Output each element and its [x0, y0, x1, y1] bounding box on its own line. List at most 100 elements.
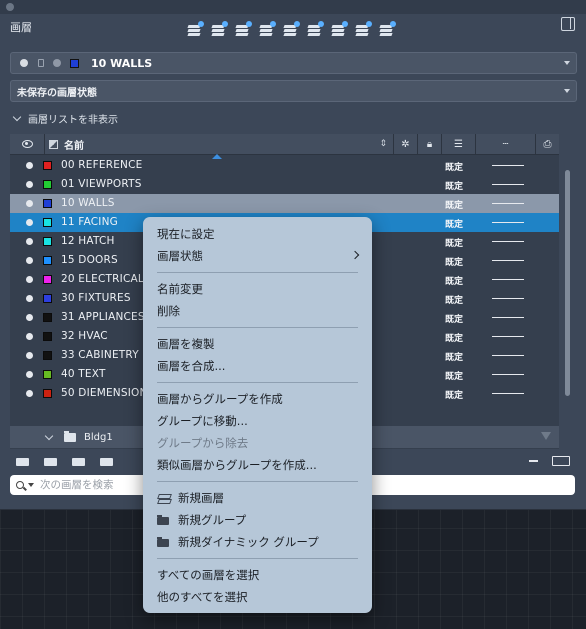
layer-linetype[interactable]: 既定: [445, 331, 463, 344]
lineweight-sample[interactable]: [492, 279, 524, 280]
layer-linetype[interactable]: 既定: [445, 293, 463, 306]
bulb-icon[interactable]: [26, 181, 33, 188]
menu-item-duplicate[interactable]: 画層を複製: [143, 333, 372, 355]
layer-color-swatch[interactable]: [43, 351, 52, 360]
menu-item-merge[interactable]: 画層を合成...: [143, 355, 372, 377]
layer-linetype[interactable]: 既定: [445, 312, 463, 325]
isolate-icon[interactable]: [330, 20, 348, 38]
linetype-column-icon[interactable]: ☰: [442, 134, 476, 155]
new-vp-freeze-layer-icon[interactable]: [210, 20, 228, 38]
layer-color-swatch[interactable]: [43, 389, 52, 398]
layer-linetype[interactable]: 既定: [445, 179, 463, 192]
lock-icon[interactable]: [38, 59, 44, 67]
bulb-icon[interactable]: [26, 200, 33, 207]
layer-color-swatch[interactable]: [43, 199, 52, 208]
menu-item-group-from-layers[interactable]: 画層からグループを作成: [143, 388, 372, 410]
search-icon[interactable]: [16, 481, 24, 489]
lineweight-sample[interactable]: [492, 298, 524, 299]
delete-layer-icon[interactable]: [282, 20, 300, 38]
lock-icon[interactable]: [354, 20, 372, 38]
lineweight-sample[interactable]: [492, 317, 524, 318]
layer-color-swatch[interactable]: [43, 294, 52, 303]
bulb-icon[interactable]: [26, 295, 33, 302]
menu-item-layer-state[interactable]: 画層状態: [143, 245, 372, 267]
layer-linetype[interactable]: 既定: [445, 369, 463, 382]
lineweight-sample[interactable]: [492, 336, 524, 337]
lineweight-sample[interactable]: [492, 355, 524, 356]
current-layer-combo[interactable]: 10 WALLS: [10, 52, 577, 74]
bulb-icon[interactable]: [26, 352, 33, 359]
menu-item-select-all[interactable]: すべての画層を選択: [143, 564, 372, 586]
layer-color-swatch[interactable]: [43, 332, 52, 341]
layer-linetype[interactable]: 既定: [445, 255, 463, 268]
close-dot-icon[interactable]: [6, 3, 14, 11]
filter-icon[interactable]: [541, 432, 551, 440]
lineweight-sample[interactable]: [492, 222, 524, 223]
bulb-icon[interactable]: [26, 371, 33, 378]
bulb-icon[interactable]: [26, 257, 33, 264]
layer-list-scrollbar[interactable]: [565, 170, 570, 396]
layer-color-swatch[interactable]: [43, 237, 52, 246]
layer-color-swatch[interactable]: [43, 275, 52, 284]
layer-linetype[interactable]: 既定: [445, 236, 463, 249]
chevron-down-icon[interactable]: [44, 431, 54, 440]
menu-item-new-dynamic-group[interactable]: 新規ダイナミック グループ: [143, 531, 372, 553]
bulb-icon[interactable]: [26, 219, 33, 226]
lineweight-sample[interactable]: [492, 203, 524, 204]
table-row[interactable]: 00 REFERENCE 既定: [10, 156, 559, 175]
columns-icon[interactable]: [552, 456, 570, 466]
layer-states-icon[interactable]: [234, 20, 252, 38]
layer-color-swatch[interactable]: [43, 256, 52, 265]
layer-color-swatch[interactable]: [43, 180, 52, 189]
menu-item-new-layer[interactable]: 新規画層: [143, 487, 372, 509]
dock-panel-icon[interactable]: [561, 17, 575, 31]
bulb-icon[interactable]: [26, 238, 33, 245]
set-current-icon[interactable]: [258, 20, 276, 38]
name-column-header[interactable]: 名前 ⇕: [44, 134, 394, 159]
lineweight-sample[interactable]: [492, 241, 524, 242]
new-layer-icon[interactable]: [16, 455, 30, 467]
freeze-icon[interactable]: [53, 59, 61, 67]
layer-state-combo[interactable]: 未保存の画層状態: [10, 80, 577, 102]
bulb-icon[interactable]: [26, 162, 33, 169]
layer-linetype[interactable]: 既定: [445, 217, 463, 230]
lineweight-sample[interactable]: [492, 260, 524, 261]
menu-item-select-others[interactable]: 他のすべてを選択: [143, 586, 372, 608]
layer-color-swatch[interactable]: [43, 313, 52, 322]
lock-column-icon[interactable]: 🔒︎: [418, 134, 442, 155]
menu-item-move-to-group[interactable]: グループに移動...: [143, 410, 372, 432]
bulb-icon[interactable]: [26, 333, 33, 340]
freeze-column-icon[interactable]: ✲: [394, 134, 418, 155]
menu-item-set-current[interactable]: 現在に設定: [143, 223, 372, 245]
dropdown-arrow-icon[interactable]: [564, 89, 570, 93]
layer-linetype[interactable]: 既定: [445, 388, 463, 401]
visibility-column-icon[interactable]: [22, 140, 33, 148]
hide-layer-list-toggle[interactable]: 画層リストを非表示: [12, 111, 118, 126]
lineweight-sample[interactable]: [492, 165, 524, 166]
unlock-icon[interactable]: [378, 20, 396, 38]
bulb-icon[interactable]: [26, 390, 33, 397]
lineweight-sample[interactable]: [492, 374, 524, 375]
layer-linetype[interactable]: 既定: [445, 274, 463, 287]
new-group-icon[interactable]: [72, 455, 86, 467]
new-dynamic-group-icon[interactable]: [100, 455, 114, 467]
menu-item-rename[interactable]: 名前変更: [143, 278, 372, 300]
table-row[interactable]: 10 WALLS 既定: [10, 194, 559, 213]
layer-color-swatch[interactable]: [43, 161, 52, 170]
layer-linetype[interactable]: 既定: [445, 350, 463, 363]
sort-icon[interactable]: ⇕: [379, 139, 387, 149]
bulb-icon[interactable]: [20, 59, 28, 67]
new-layer-icon[interactable]: [186, 20, 204, 38]
lineweight-sample[interactable]: [492, 393, 524, 394]
palette-titlebar[interactable]: [0, 0, 586, 14]
layer-linetype[interactable]: 既定: [445, 160, 463, 173]
table-row[interactable]: 01 VIEWPORTS 既定: [10, 175, 559, 194]
dropdown-arrow-icon[interactable]: [564, 61, 570, 65]
new-layer-frozen-icon[interactable]: [44, 455, 58, 467]
layer-color-swatch[interactable]: [43, 218, 52, 227]
bulb-icon[interactable]: [26, 314, 33, 321]
lineweight-column-icon[interactable]: ┄: [476, 134, 536, 155]
layer-walk-icon[interactable]: [306, 20, 324, 38]
menu-item-group-from-similar[interactable]: 類似画層からグループを作成...: [143, 454, 372, 476]
layer-linetype[interactable]: 既定: [445, 198, 463, 211]
